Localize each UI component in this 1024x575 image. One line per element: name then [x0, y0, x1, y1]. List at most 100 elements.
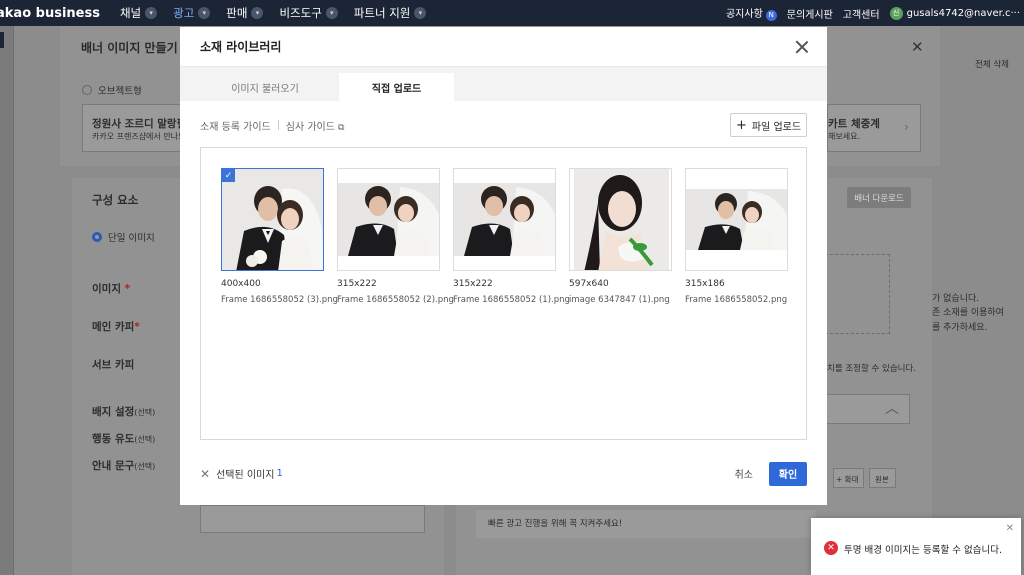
page-title: 배너 이미지 만들기 [81, 41, 178, 55]
single-image-radio[interactable]: 단일 이미지 [92, 230, 155, 244]
image-dimensions: 400x400 [221, 279, 261, 289]
empty-text-1: 가 없습니다. [932, 294, 980, 304]
left-sidebar [0, 26, 14, 575]
cancel-button[interactable]: 취소 [735, 466, 753, 481]
required-mark: * [124, 283, 131, 295]
image-filename: Frame 1686558052.png [685, 295, 788, 305]
error-icon: ✕ [824, 541, 838, 555]
nav-item-label: 비즈도구 [279, 6, 322, 20]
required-mark: * [134, 321, 140, 333]
radio-icon [82, 85, 92, 95]
field-label-notice: 안내 문구(선택) [92, 458, 155, 473]
image-thumbnail[interactable] [453, 168, 556, 271]
optional-mark: (선택) [134, 408, 156, 417]
section-title: 구성 요소 [92, 193, 139, 207]
field-main-copy-text: 메인 카피 [92, 321, 135, 333]
promo-right-desc: 해보세요. [828, 132, 860, 141]
register-guide-link[interactable]: 소재 등록 가이드 [200, 118, 271, 133]
promo-right-title: 카트 체중계 [828, 118, 880, 130]
checkmark-icon: ✓ [222, 169, 235, 182]
single-image-label: 단일 이미지 [108, 233, 155, 244]
close-icon[interactable]: ✕ [1006, 523, 1014, 534]
avatar: 신 [889, 6, 903, 20]
field-label-main-copy: 메인 카피* [92, 319, 140, 334]
tab-load-images[interactable]: 이미지 불러오기 [190, 73, 340, 101]
clear-selection-icon[interactable]: ✕ [200, 467, 210, 481]
customer-center-link[interactable]: 고객센터 [843, 6, 880, 21]
file-upload-label: 파일 업로드 [751, 121, 802, 133]
image-thumbnail[interactable] [685, 168, 788, 271]
close-icon[interactable] [793, 38, 811, 56]
chevron-up-icon[interactable]: ︿ [885, 398, 899, 418]
portrait-photo [570, 169, 671, 270]
field-label-badge: 배지 설정(선택) [92, 404, 155, 419]
object-type-label: 오브젝트형 [98, 86, 142, 97]
close-icon[interactable]: ✕ [911, 38, 924, 56]
chevron-right-icon[interactable]: › [904, 120, 909, 134]
account-menu[interactable]: 신 gusals4742@naver.c··· [889, 6, 1020, 20]
couple-photo [222, 169, 323, 270]
image-thumbnail[interactable]: ✓ [221, 168, 324, 271]
field-badge-text: 배지 설정 [92, 406, 135, 418]
chevron-down-icon: ▾ [325, 7, 338, 19]
delete-all-link[interactable]: 전체 삭제 [975, 58, 1009, 70]
brand-logo[interactable]: akao business [0, 6, 100, 21]
image-filename: Frame 1686558052 (1).png [453, 295, 570, 305]
optional-mark: (선택) [134, 435, 156, 444]
account-email: gusals4742@naver.c··· [906, 7, 1020, 19]
image-grid: ✓ 400x400 Frame 1686558052 (3).png 315x2… [200, 147, 807, 440]
nav-item-biz-tools[interactable]: 비즈도구 ▾ [279, 5, 338, 21]
image-card[interactable]: 597x640 image 6347847 (1).png [569, 168, 672, 305]
object-type-radio[interactable]: 오브젝트형 [82, 83, 142, 97]
adjust-text: 치를 조정할 수 있습니다. [827, 364, 917, 374]
chevron-down-icon: ▾ [251, 7, 264, 19]
nav-item-sales[interactable]: 판매 ▾ [226, 5, 264, 21]
image-dimensions: 597x640 [569, 279, 609, 289]
image-thumbnail[interactable] [337, 168, 440, 271]
image-card[interactable]: 315x186 Frame 1686558052.png [685, 168, 788, 305]
tab-direct-upload[interactable]: 직접 업로드 [339, 73, 454, 101]
notice-link[interactable]: 공지사항 N [726, 5, 777, 21]
top-navigation: akao business 채널 ▾ 광고 ▾ 판매 ▾ 비즈도구 ▾ 파트너 … [0, 0, 1024, 26]
nav-item-channel[interactable]: 채널 ▾ [119, 5, 158, 21]
radio-selected-icon [92, 232, 102, 242]
tab-bar: 이미지 불러오기 직접 업로드 [180, 67, 827, 101]
confirm-button[interactable]: 확인 [769, 461, 807, 486]
image-dimensions: 315x222 [453, 279, 493, 289]
modal-title: 소재 라이브러리 [200, 40, 282, 54]
image-dimensions: 315x186 [685, 279, 725, 289]
asset-library-modal: 소재 라이브러리 이미지 불러오기 직접 업로드 소재 등록 가이드 심사 가이… [180, 27, 827, 505]
nav-item-partner-support[interactable]: 파트너 지원 ▾ [354, 5, 427, 21]
image-filename: image 6347847 (1).png [569, 295, 670, 305]
modal-footer: ✕ 선택된 이미지 1 취소 확인 [200, 461, 807, 486]
chevron-down-icon: ▾ [198, 7, 211, 19]
sidebar-active-marker [0, 32, 4, 48]
field-label-image: 이미지 * [92, 281, 130, 296]
guide-notice-text: 빠른 광고 진행을 위해 꼭 지켜주세요! [488, 519, 623, 529]
couple-photo [686, 169, 787, 270]
image-card[interactable]: 315x222 Frame 1686558052 (1).png [453, 168, 570, 305]
plus-icon: + [735, 117, 747, 133]
nav-item-label: 채널 [119, 6, 142, 20]
image-thumbnail[interactable] [569, 168, 672, 271]
modal-header: 소재 라이브러리 [180, 27, 827, 67]
nav-item-label: 파트너 지원 [353, 6, 411, 20]
divider [277, 120, 279, 130]
image-card[interactable]: ✓ 400x400 Frame 1686558052 (3).png [221, 168, 338, 305]
banner-download-button[interactable]: 배너 다운로드 [847, 187, 911, 208]
optional-mark: (선택) [134, 462, 156, 471]
notice-input[interactable] [200, 505, 425, 533]
nav-item-ads[interactable]: 광고 ▾ [173, 5, 211, 21]
image-card[interactable]: 315x222 Frame 1686558052 (2).png [337, 168, 454, 305]
empty-text-2: 존 소재를 이용하여 [932, 308, 1004, 318]
field-cta-text: 행동 유도 [92, 433, 135, 445]
image-drop-area[interactable] [825, 254, 890, 334]
file-upload-button[interactable]: + 파일 업로드 [730, 113, 807, 137]
notice-label: 공지사항 [725, 9, 763, 21]
nav-utility-links: 공지사항 N 문의게시판 고객센터 신 gusals4742@naver.c··· [726, 5, 1024, 21]
error-toast: ✕ ✕ 투명 배경 이미지는 등록할 수 없습니다. [811, 518, 1021, 575]
review-guide-link[interactable]: 심사 가이드 ⧉ [286, 118, 345, 133]
inquiry-board-link[interactable]: 문의게시판 [787, 6, 833, 21]
promo-desc: 카카오 프렌즈샵에서 만나보 [92, 132, 186, 141]
field-notice-text: 안내 문구 [92, 460, 135, 472]
